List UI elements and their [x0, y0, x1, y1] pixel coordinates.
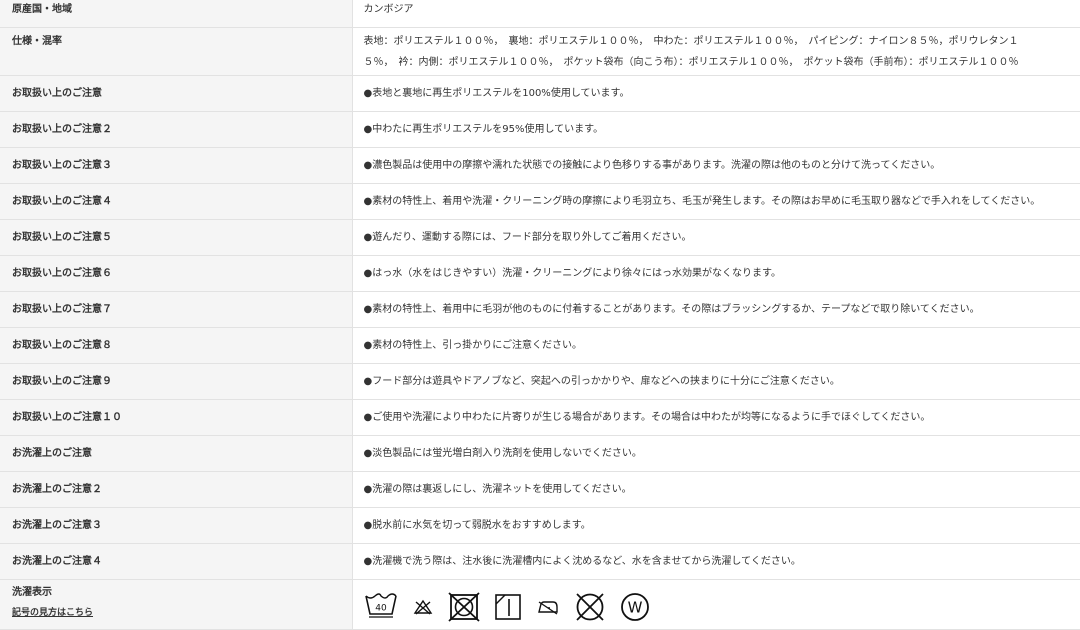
care-note-value: ●表地と裏地に再生ポリエステルを100%使用しています。	[352, 75, 1080, 112]
origin-row: 原産国・地域 カンボジア	[0, 0, 1080, 28]
care-note-row: お取扱い上のご注意２ ●中わたに再生ポリエステルを95%使用しています。	[0, 111, 1080, 148]
wash-40-gentle-icon: 40	[364, 592, 397, 618]
care-note-value: ●素材の特性上、着用や洗濯・クリーニング時の摩擦により毛羽立ち、毛玉が発生します…	[352, 183, 1080, 220]
care-note-value: ●素材の特性上、着用中に毛羽が他のものに付着することがあります。その際はブラッシ…	[352, 291, 1080, 328]
care-note-row: お取扱い上のご注意９ ●フード部分は遊具やドアノブなど、突起への引っかかりや、扉…	[0, 363, 1080, 400]
care-note-label: お取扱い上のご注意８	[0, 327, 353, 364]
wash-note-value: ●洗濯の際は裏返しにし、洗濯ネットを使用してください。	[352, 471, 1080, 508]
care-note-value: ●ご使用や洗濯により中わたに片寄りが生じる場合があります。その場合は中わたが均等…	[352, 399, 1080, 436]
symbol-guide-link[interactable]: 記号の見方はこちら	[12, 604, 352, 622]
wash-symbols-header: 洗濯表示 記号の見方はこちら	[0, 579, 353, 630]
wash-note-label: お洗濯上のご注意３	[0, 507, 353, 544]
care-note-row: お取扱い上のご注意７ ●素材の特性上、着用中に毛羽が他のものに付着することがあり…	[0, 291, 1080, 328]
wash-note-value: ●脱水前に水気を切って弱脱水をおすすめします。	[352, 507, 1080, 544]
care-note-label: お取扱い上のご注意５	[0, 219, 353, 256]
care-note-value: ●中わたに再生ポリエステルを95%使用しています。	[352, 111, 1080, 148]
wash-symbols-cell: 40 W	[352, 579, 1080, 630]
no-dry-clean-icon	[575, 592, 604, 621]
care-note-label: お取扱い上のご注意４	[0, 183, 353, 220]
care-note-row: お取扱い上のご注意８ ●素材の特性上、引っ掛かりにご注意ください。	[0, 327, 1080, 364]
wash-note-value: ●淡色製品には蛍光増白剤入り洗剤を使用しないでください。	[352, 435, 1080, 472]
material-line-2: ５％， 衿：内側：ポリエステル１００％， ポケット袋布（向こう布）：ポリエステル…	[363, 56, 1019, 68]
care-note-value: ●濃色製品は使用中の摩擦や濡れた状態での接触により色移りする事があります。洗濯の…	[352, 147, 1080, 184]
care-note-row: お取扱い上のご注意５ ●遊んだり、運動する際には、フード部分を取り外してご着用く…	[0, 219, 1080, 256]
wet-clean-letter: W	[627, 598, 642, 616]
material-value: 表地：ポリエステル１００％， 裏地：ポリエステル１００％， 中わた：ポリエステル…	[352, 27, 1080, 76]
care-note-value: ●はっ水（水をはじきやすい）洗濯・クリーニングにより徐々にはっ水効果がなくなりま…	[352, 255, 1080, 292]
care-note-label: お取扱い上のご注意７	[0, 291, 353, 328]
wash-note-row: お洗濯上のご注意３ ●脱水前に水気を切って弱脱水をおすすめします。	[0, 507, 1080, 544]
care-note-row: お取扱い上のご注意４ ●素材の特性上、着用や洗濯・クリーニング時の摩擦により毛羽…	[0, 183, 1080, 220]
wash-note-label: お洗濯上のご注意４	[0, 543, 353, 580]
care-note-label: お取扱い上のご注意	[0, 75, 353, 112]
care-note-value: ●フード部分は遊具やドアノブなど、突起への引っかかりや、扉などへの挟まりに十分に…	[352, 363, 1080, 400]
wash-note-row: お洗濯上のご注意 ●淡色製品には蛍光増白剤入り洗剤を使用しないでください。	[0, 435, 1080, 472]
wash-note-label: お洗濯上のご注意	[0, 435, 353, 472]
care-note-label: お取扱い上のご注意２	[0, 111, 353, 148]
low-iron-icon	[537, 600, 558, 615]
care-note-row: お取扱い上のご注意 ●表地と裏地に再生ポリエステルを100%使用しています。	[0, 75, 1080, 112]
product-spec-table: 原産国・地域 カンボジア 仕様・混率 表地：ポリエステル１００％， 裏地：ポリエ…	[0, 0, 1080, 630]
material-label: 仕様・混率	[0, 27, 353, 76]
care-note-label: お取扱い上のご注意９	[0, 363, 353, 400]
care-note-row: お取扱い上のご注意１０ ●ご使用や洗濯により中わたに片寄りが生じる場合があります…	[0, 399, 1080, 436]
material-row: 仕様・混率 表地：ポリエステル１００％， 裏地：ポリエステル１００％， 中わた：…	[0, 27, 1080, 76]
no-bleach-icon	[413, 599, 432, 615]
care-note-row: お取扱い上のご注意３ ●濃色製品は使用中の摩擦や濡れた状態での接触により色移りす…	[0, 147, 1080, 184]
origin-label: 原産国・地域	[0, 0, 353, 28]
wash-note-row: お洗濯上のご注意４ ●洗濯機で洗う際は、注水後に洗濯槽内によく沈めるなど、水を含…	[0, 543, 1080, 580]
line-dry-shade-icon	[494, 593, 521, 620]
care-note-value: ●遊んだり、運動する際には、フード部分を取り外してご着用ください。	[352, 219, 1080, 256]
care-note-value: ●素材の特性上、引っ掛かりにご注意ください。	[352, 327, 1080, 364]
wash-note-value: ●洗濯機で洗う際は、注水後に洗濯槽内によく沈めるなど、水を含ませてから洗濯してく…	[352, 543, 1080, 580]
wash-symbols-row: 洗濯表示 記号の見方はこちら 40 W	[0, 579, 1080, 630]
no-tumble-dry-icon	[447, 591, 480, 622]
care-note-label: お取扱い上のご注意３	[0, 147, 353, 184]
wash-note-label: お洗濯上のご注意２	[0, 471, 353, 508]
care-note-row: お取扱い上のご注意６ ●はっ水（水をはじきやすい）洗濯・クリーニングにより徐々に…	[0, 255, 1080, 292]
care-icons: 40 W	[364, 587, 1080, 623]
care-note-label: お取扱い上のご注意１０	[0, 399, 353, 436]
wash-symbols-label: 洗濯表示	[12, 587, 52, 598]
care-note-label: お取扱い上のご注意６	[0, 255, 353, 292]
origin-value: カンボジア	[352, 0, 1080, 28]
material-line-1: 表地：ポリエステル１００％， 裏地：ポリエステル１００％， 中わた：ポリエステル…	[363, 35, 1019, 47]
wash-note-row: お洗濯上のご注意２ ●洗濯の際は裏返しにし、洗濯ネットを使用してください。	[0, 471, 1080, 508]
wet-clean-icon: W	[620, 592, 649, 621]
wash-temp-text: 40	[375, 603, 387, 613]
